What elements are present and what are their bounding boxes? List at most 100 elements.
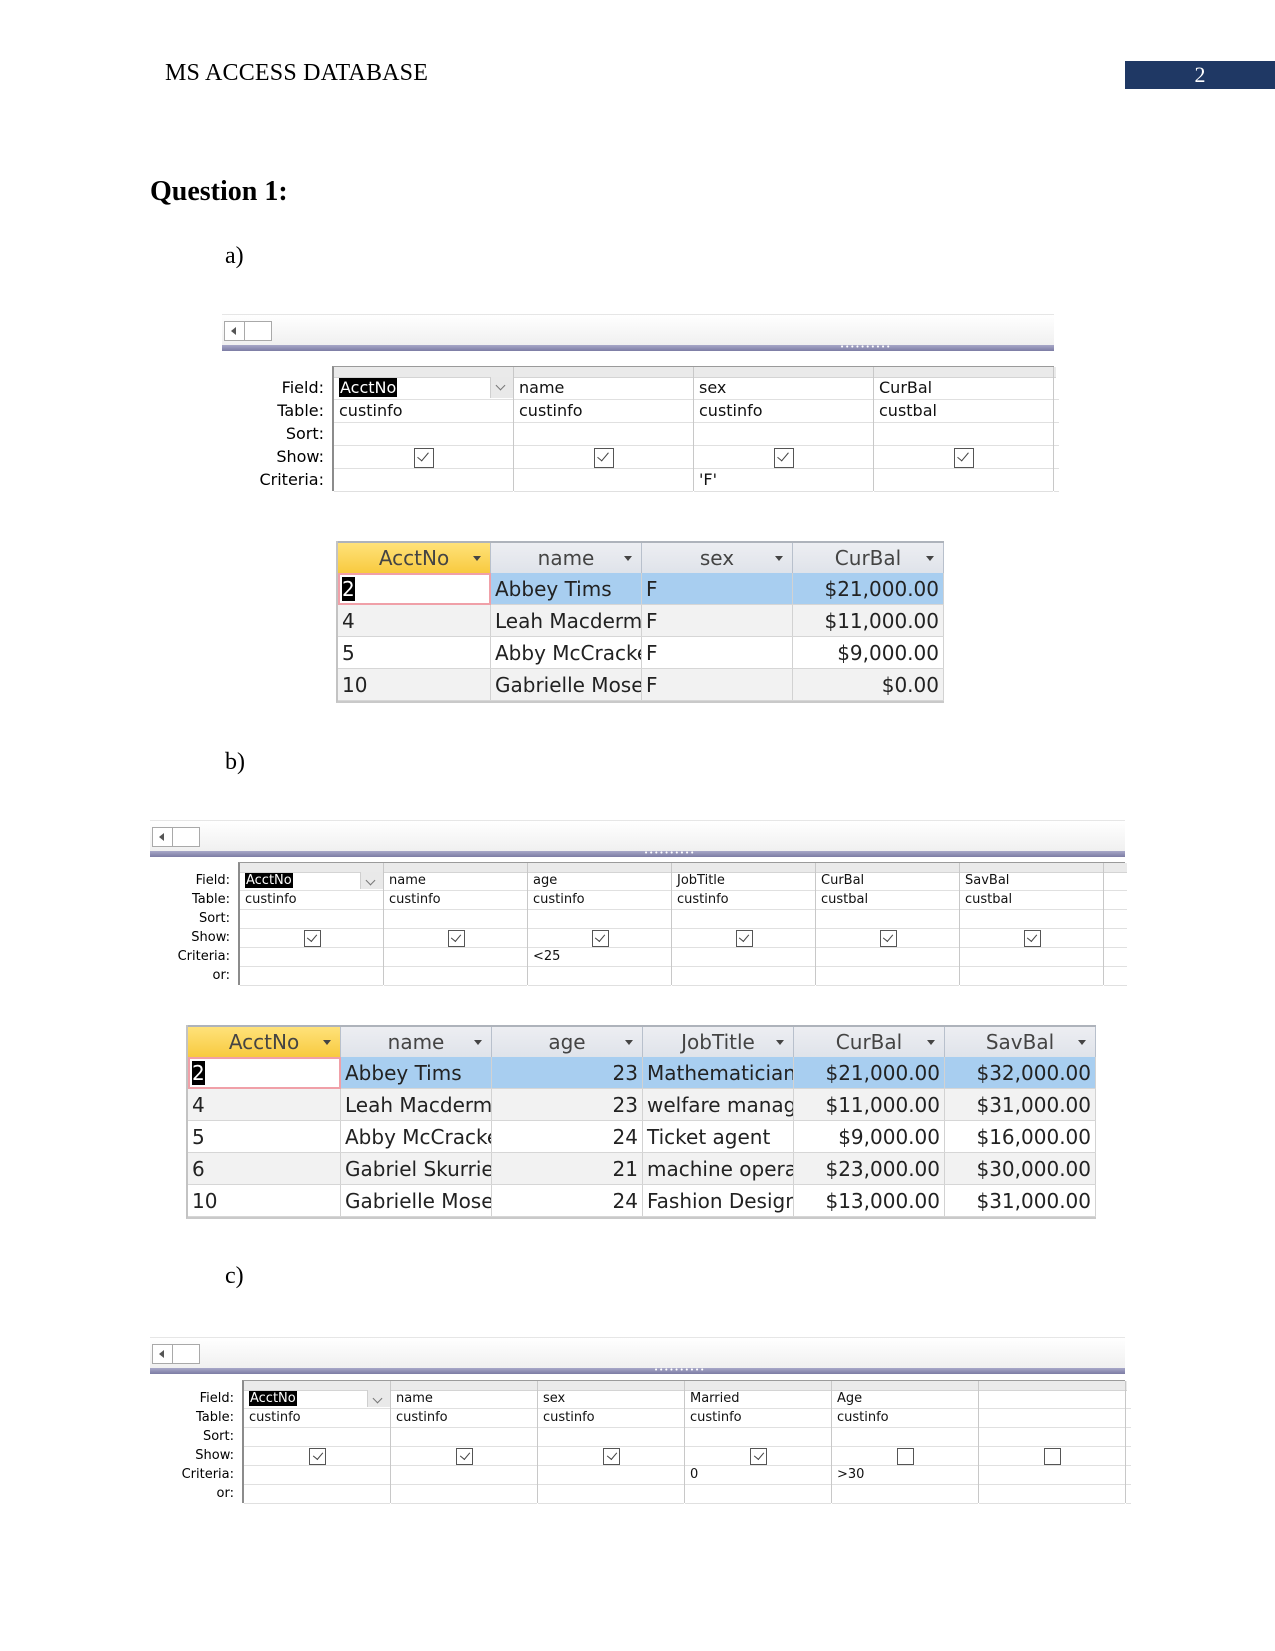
filter-dropdown-icon[interactable] [776, 1040, 784, 1045]
grid-cell-criteria[interactable] [816, 948, 959, 967]
grid-cell-table[interactable]: custbal [960, 891, 1103, 910]
column-header[interactable]: CurBal [793, 1025, 945, 1057]
grid-cell-table[interactable]: custinfo [514, 400, 693, 423]
grid-cell-criteria[interactable] [514, 469, 693, 492]
grid-cell-show[interactable] [528, 929, 671, 948]
table-cell[interactable]: Abbey Tims [490, 573, 642, 605]
show-checkbox[interactable] [879, 930, 897, 947]
grid-cell-empty[interactable] [1054, 400, 1059, 423]
table-cell[interactable]: $9,000.00 [792, 636, 944, 669]
grid-cell-or[interactable] [685, 1485, 831, 1504]
grid-cell-show[interactable] [514, 446, 693, 469]
filter-dropdown-icon[interactable] [926, 556, 934, 561]
table-row[interactable]: 4 Leah Macderm F $11,000.00 [338, 604, 944, 637]
grid-cell-criteria[interactable] [391, 1466, 537, 1485]
table-cell[interactable]: 24 [491, 1184, 643, 1217]
grid-cell-criteria[interactable] [979, 1466, 1125, 1485]
grid-cell-empty[interactable] [1126, 1428, 1131, 1447]
grid-cell-or[interactable] [538, 1485, 684, 1504]
grid-cell-field[interactable]: name [384, 872, 527, 891]
grid-cell-criteria[interactable] [384, 948, 527, 967]
grid-cell-show[interactable] [384, 929, 527, 948]
grid-cell-empty[interactable] [1104, 872, 1127, 891]
table-row[interactable]: 10 Gabrielle Mose 24 Fashion Design $13,000.… [188, 1184, 1096, 1217]
show-checkbox[interactable] [954, 447, 974, 468]
table-cell[interactable]: 5 [338, 636, 491, 669]
filter-dropdown-icon[interactable] [473, 556, 481, 561]
scroll-left-arrow-icon[interactable] [153, 1345, 173, 1363]
grid-cell-table[interactable] [979, 1409, 1125, 1428]
show-checkbox[interactable] [594, 447, 614, 468]
grid-cell-or[interactable] [672, 967, 815, 986]
grid-cell-show[interactable] [979, 1447, 1125, 1466]
table-cell[interactable]: F [641, 668, 793, 701]
grid-cell-or[interactable] [244, 1485, 390, 1504]
grid-cell-empty[interactable] [1126, 1485, 1131, 1504]
show-checkbox[interactable] [1044, 1448, 1061, 1465]
table-row[interactable]: 10 Gabrielle Mose F $0.00 [338, 668, 944, 701]
grid-cell-sort[interactable] [685, 1428, 831, 1447]
filter-dropdown-icon[interactable] [775, 556, 783, 561]
grid-cell-empty[interactable] [1054, 469, 1059, 492]
grid-cell-criteria[interactable]: 'F' [694, 469, 873, 492]
table-cell[interactable]: F [641, 573, 793, 605]
grid-cell-sort[interactable] [816, 910, 959, 929]
grid-cell-field[interactable]: CurBal [874, 377, 1053, 400]
table-cell[interactable]: 21 [491, 1152, 643, 1185]
table-cell[interactable]: $32,000.00 [944, 1057, 1096, 1089]
table-cell[interactable]: welfare manag [642, 1088, 794, 1121]
filter-dropdown-icon[interactable] [474, 1040, 482, 1045]
grid-cell-table[interactable]: custbal [874, 400, 1053, 423]
grid-cell-show[interactable] [832, 1447, 978, 1466]
grid-cell-field[interactable]: sex [538, 1390, 684, 1409]
table-cell[interactable]: $9,000.00 [793, 1120, 945, 1153]
grid-cell-sort[interactable] [384, 910, 527, 929]
splitter-grip-icon[interactable]: •••••••••• [654, 1368, 709, 1373]
table-cell[interactable]: $30,000.00 [944, 1152, 1096, 1185]
grid-cell-empty[interactable] [1054, 423, 1059, 446]
column-header[interactable]: name [340, 1025, 492, 1057]
filter-dropdown-icon[interactable] [927, 1040, 935, 1045]
grid-cell-sort[interactable] [538, 1428, 684, 1447]
table-cell[interactable]: $21,000.00 [793, 1057, 945, 1089]
grid-cell-show[interactable] [816, 929, 959, 948]
horizontal-scrollbar[interactable] [224, 321, 272, 341]
show-checkbox[interactable] [447, 930, 465, 947]
table-cell[interactable]: F [641, 636, 793, 669]
grid-cell-criteria[interactable]: 0 [685, 1466, 831, 1485]
column-header[interactable]: CurBal [792, 541, 944, 573]
grid-cell-or[interactable] [240, 967, 383, 986]
column-header[interactable]: JobTitle [642, 1025, 794, 1057]
grid-cell-field[interactable]: Age [832, 1390, 978, 1409]
show-checkbox[interactable] [456, 1448, 473, 1465]
table-cell[interactable]: $0.00 [792, 668, 944, 701]
grid-cell-field[interactable]: name [391, 1390, 537, 1409]
table-row[interactable]: 4 Leah Macderm 23 welfare manag $11,000.00 $3… [188, 1088, 1096, 1121]
grid-cell-empty[interactable] [1126, 1447, 1131, 1466]
show-checkbox[interactable] [750, 1448, 767, 1465]
grid-cell-sort[interactable] [514, 423, 693, 446]
chevron-down-icon[interactable] [360, 872, 383, 889]
table-cell[interactable]: $11,000.00 [793, 1088, 945, 1121]
horizontal-scrollbar[interactable] [152, 1344, 200, 1364]
table-cell[interactable]: 2 [338, 573, 491, 605]
column-header[interactable]: SavBal [944, 1025, 1096, 1057]
grid-cell-criteria[interactable]: >30 [832, 1466, 978, 1485]
table-cell[interactable]: Ticket agent [642, 1120, 794, 1153]
grid-cell-table[interactable]: custinfo [391, 1409, 537, 1428]
grid-cell-table[interactable]: custinfo [685, 1409, 831, 1428]
show-checkbox[interactable] [591, 930, 609, 947]
column-header[interactable]: name [490, 541, 642, 573]
grid-cell-or[interactable] [960, 967, 1103, 986]
grid-cell-or[interactable] [391, 1485, 537, 1504]
grid-cell-or[interactable] [832, 1485, 978, 1504]
pane-splitter[interactable]: •••••••••• [150, 1368, 1125, 1374]
table-cell[interactable]: 23 [491, 1057, 643, 1089]
show-checkbox[interactable] [414, 447, 434, 468]
table-row[interactable]: 2 Abbey Tims F $21,000.00 [338, 573, 944, 605]
table-cell[interactable]: 10 [188, 1184, 341, 1217]
table-cell[interactable]: $21,000.00 [792, 573, 944, 605]
table-row[interactable]: 2 Abbey Tims 23 Mathematician $21,000.00 $32,… [188, 1057, 1096, 1089]
show-checkbox[interactable] [603, 1448, 620, 1465]
show-checkbox[interactable] [309, 1448, 326, 1465]
